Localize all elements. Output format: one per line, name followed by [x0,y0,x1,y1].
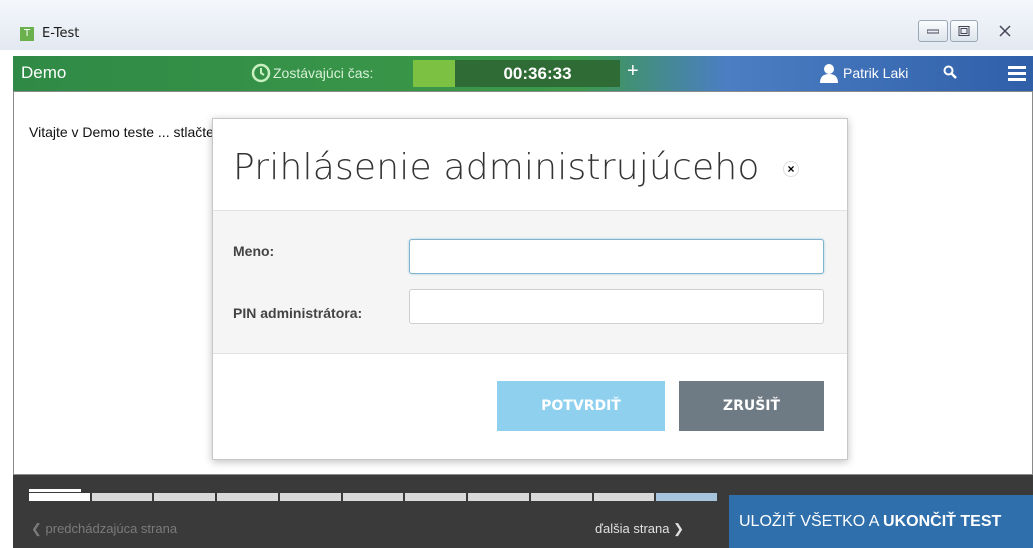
next-page-label: ďalšia strana [595,521,670,536]
progress-segment[interactable] [154,493,216,501]
section-title: Demo [21,63,67,82]
maximize-icon [958,26,970,36]
chevron-left-icon: ❮ [31,521,46,536]
finish-label-part1: ULOŽIŤ VŠETKO A [739,513,884,530]
save-and-finish-button[interactable]: ULOŽIŤ VŠETKO A UKONČIŤ TEST [729,495,1033,548]
name-label: Meno: [233,243,275,259]
name-input[interactable] [409,239,824,274]
confirm-button[interactable]: POTVRDIŤ [497,381,665,431]
progress-segment[interactable] [217,493,278,501]
user-name[interactable]: Patrik Laki [843,65,908,81]
finish-label-part2: UKONČIŤ TEST [883,513,1002,530]
alarm-clock-icon [251,63,271,83]
progress-segment[interactable] [342,493,404,501]
progress-segment[interactable] [279,493,341,501]
search-icon[interactable] [943,65,957,79]
add-time-button[interactable]: + [627,60,639,83]
app-header: Demo Zostávajúci čas: 00:36:33 + Patrik … [13,56,1033,91]
current-page-marker [29,489,81,492]
progress-segment[interactable] [91,493,153,501]
close-icon [999,25,1011,37]
dialog-title: Prihlásenie administrujúceho [233,147,760,188]
dialog-close-button[interactable]: × [783,161,799,177]
progress-bar[interactable] [29,489,719,505]
remaining-time-label: Zostávajúci čas: [273,65,374,81]
progress-segment[interactable] [656,493,717,501]
dialog-form [213,210,847,354]
admin-login-dialog: Prihlásenie administrujúceho × Meno: PIN… [212,118,848,460]
progress-segment[interactable] [468,493,529,501]
pin-input[interactable] [409,289,824,324]
pin-label: PIN administrátora: [233,305,363,321]
minimize-icon [927,29,939,34]
progress-segment[interactable] [405,493,467,501]
next-page-button[interactable]: ďalšia strana ❯ [595,521,684,537]
close-window-button[interactable] [982,20,1028,42]
window-title-bar: T E-Test [0,0,1033,50]
previous-page-button[interactable]: ❮ predchádzajúca strana [31,521,177,537]
timer-indicator [413,60,455,87]
window-title: E-Test [42,26,80,41]
cancel-button[interactable]: ZRUŠIŤ [679,381,824,431]
hamburger-menu-icon[interactable] [1008,66,1026,82]
chevron-right-icon: ❯ [669,521,684,536]
progress-segment[interactable] [29,493,90,501]
progress-segment[interactable] [530,493,592,501]
progress-segment[interactable] [593,493,655,501]
navigation-footer: ❮ predchádzajúca strana ďalšia strana ❯ … [13,475,1033,548]
app-icon: T [20,27,34,41]
maximize-button[interactable] [950,20,978,42]
previous-page-label: predchádzajúca strana [45,521,178,536]
minimize-button[interactable] [918,20,948,42]
remaining-time-value: 00:36:33 [455,60,620,87]
user-icon [820,64,838,83]
progress-tick [717,493,719,505]
